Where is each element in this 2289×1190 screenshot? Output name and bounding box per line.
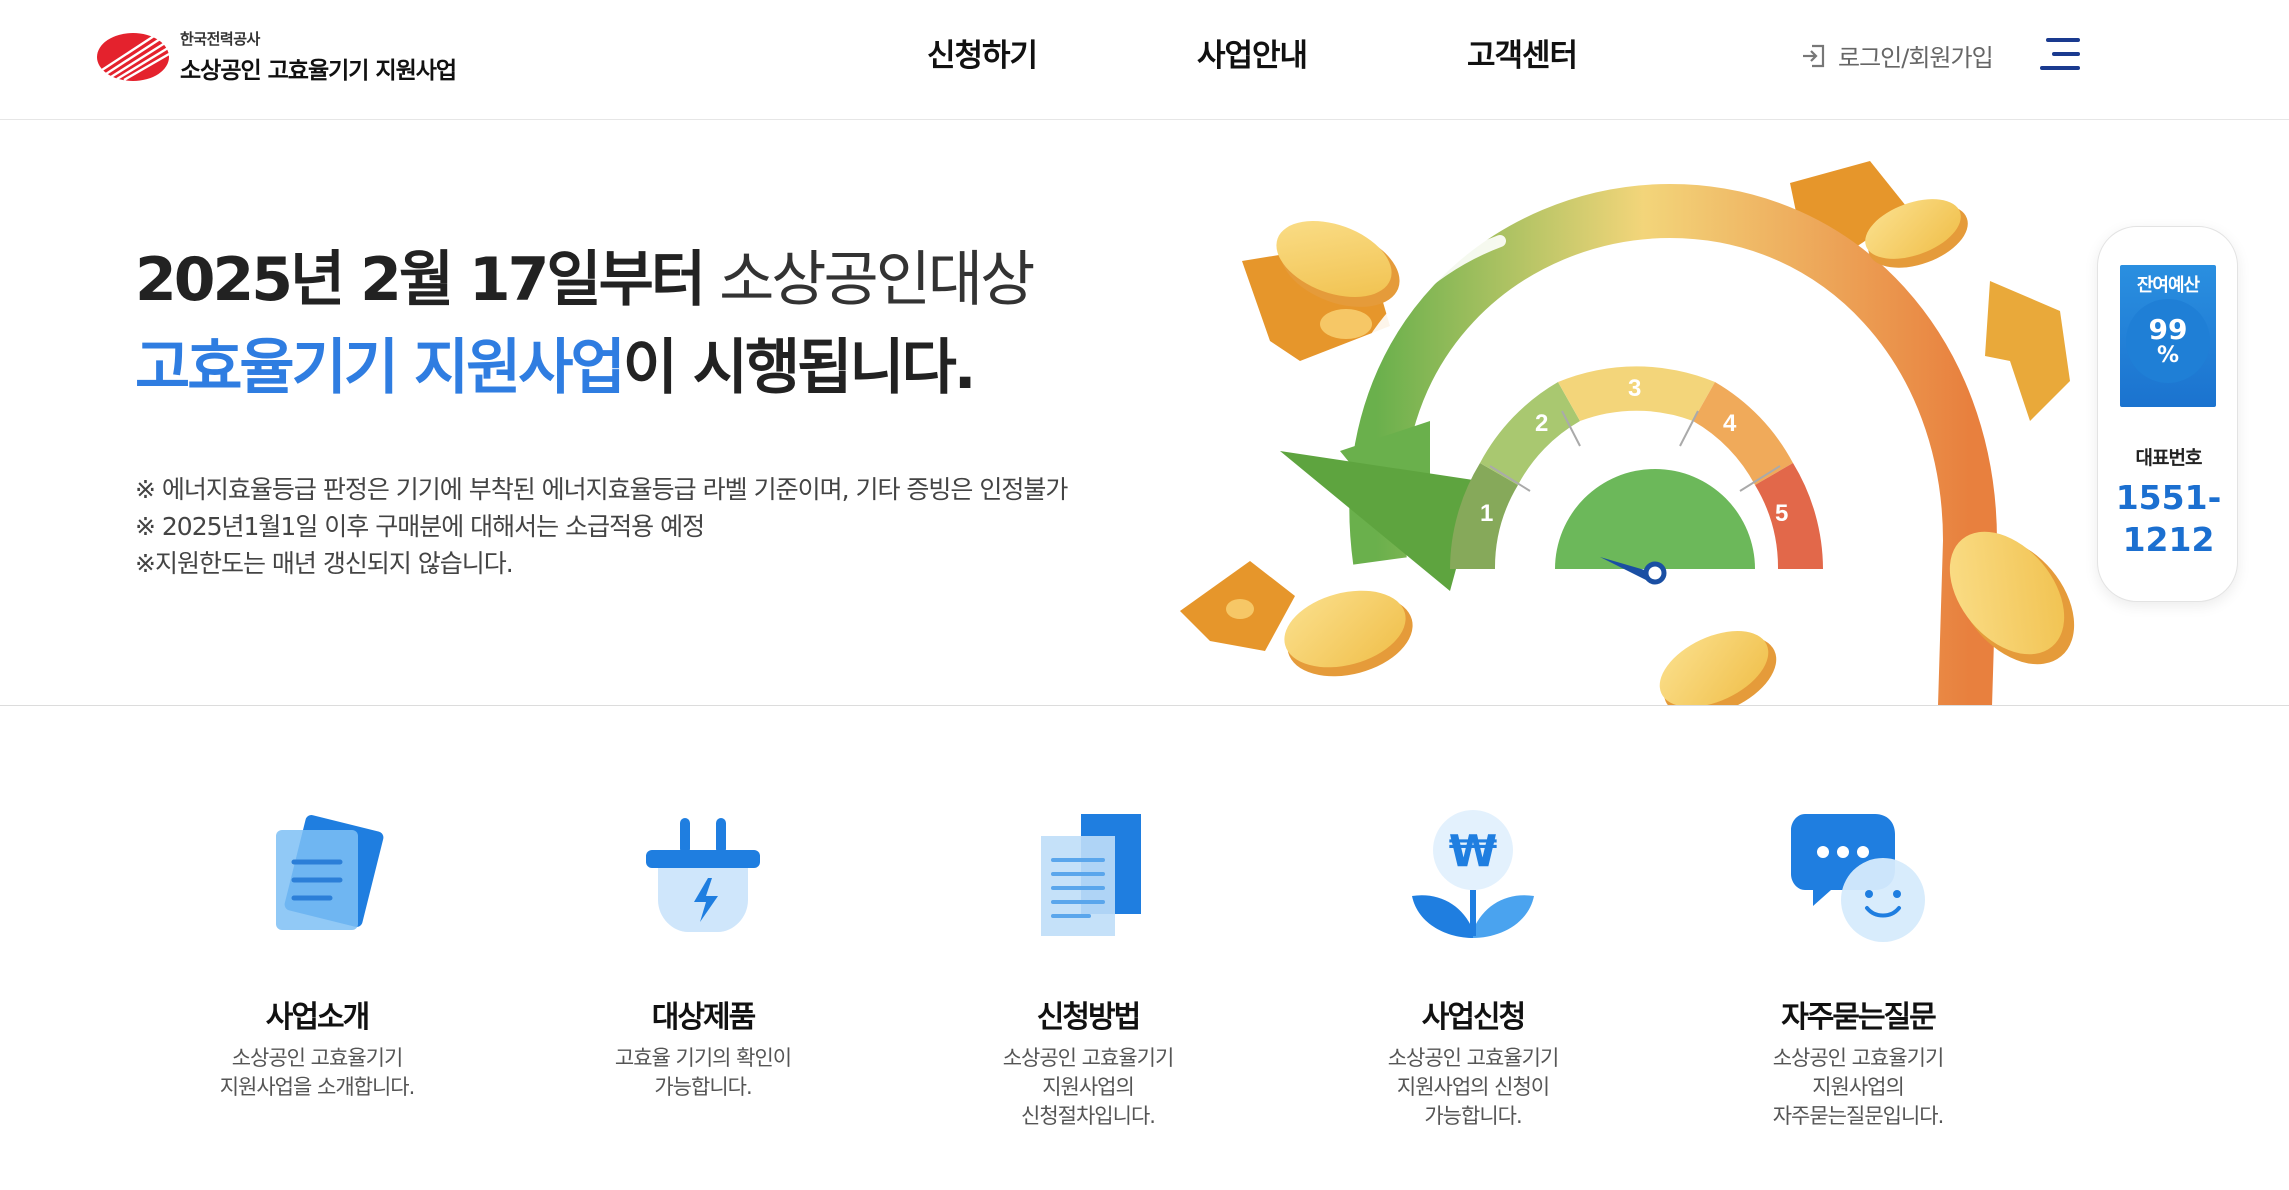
rep-number-part1: 1551-: [2115, 478, 2222, 517]
nav-apply[interactable]: 신청하기: [927, 30, 1038, 75]
quick-title: 사업신청: [1421, 1000, 1526, 1035]
budget-unit: %: [2156, 343, 2180, 368]
document-icon: [276, 815, 384, 930]
hero-program-name: 고효율기기 지원사업: [135, 333, 626, 403]
login-signup-link[interactable]: 로그인/회원가입: [1800, 38, 1994, 73]
rep-number-label: 대표번호: [2135, 447, 2203, 469]
gauge-number: 2: [1535, 410, 1548, 437]
gauge-number: 5: [1775, 500, 1788, 527]
quick-desc-line: 자주묻는질문입니다.: [1772, 1104, 1945, 1128]
quick-desc-line: 소상공인 고효율기기: [1772, 1046, 1945, 1070]
quick-desc-line: 지원사업의: [1812, 1075, 1905, 1099]
quick-desc-line: 소상공인 고효율기기: [1387, 1046, 1560, 1070]
hero-target: 소상공인대상: [719, 245, 1035, 315]
hero-note: ※지원한도는 매년 갱신되지 않습니다.: [135, 549, 514, 578]
quick-menu-application-method[interactable]: 신청방법 소상공인 고효율기기 지원사업의 신청절차입니다.: [963, 800, 1213, 1131]
remaining-budget-box: 잔여예산 99 %: [2120, 265, 2216, 407]
quick-desc-line: 지원사업을 소개합니다.: [219, 1075, 416, 1099]
login-icon: [1803, 44, 1825, 67]
quick-title: 신청방법: [1036, 1000, 1141, 1035]
quick-desc: 소상공인 고효율기기 지원사업의 신청이 가능합니다.: [1348, 1044, 1598, 1131]
won-sprout-icon: ₩: [1412, 810, 1534, 938]
svg-text:₩: ₩: [1449, 826, 1498, 877]
nav-customer-center[interactable]: 고객센터: [1467, 30, 1578, 75]
logo-title: 소상공인 고효율기기 지원사업: [180, 58, 457, 84]
rep-phone-number[interactable]: 1551- 1212: [2098, 477, 2239, 561]
quick-desc-line: 지원사업의: [1042, 1075, 1135, 1099]
hero-notes: ※ 에너지효율등급 판정은 기기에 부착된 에너지효율등급 라벨 기준이며, 기…: [135, 471, 1068, 582]
budget-title: 잔여예산: [2136, 275, 2200, 296]
gauge-number: 3: [1628, 375, 1641, 402]
logo-company: 한국전력공사: [180, 30, 260, 48]
quick-info-widget: 잔여예산 99 % 대표번호 1551- 1212: [2097, 226, 2238, 602]
login-label: 로그인/회원가입: [1838, 44, 1994, 72]
quick-desc-line: 가능합니다.: [1424, 1104, 1522, 1128]
quick-menu-apply-business[interactable]: ₩ 사업신청 소상공인 고효율기기 지원사업의 신청이 가능합니다.: [1348, 800, 1598, 1131]
hero-note: ※ 2025년1월1일 이후 구매분에 대해서는 소급적용 예정: [135, 512, 705, 541]
kepco-logo-icon: [97, 32, 170, 81]
quick-title: 자주묻는질문: [1781, 1000, 1937, 1035]
rep-number-part2: 1212: [2122, 520, 2215, 559]
hero-date: 2025년 2월 17일부터: [135, 245, 706, 315]
quick-desc: 소상공인 고효율기기 지원사업의 자주묻는질문입니다.: [1733, 1044, 1983, 1131]
quick-desc-line: 고효율 기기의 확인이: [614, 1046, 792, 1070]
quick-menu-faq[interactable]: 자주묻는질문 소상공인 고효율기기 지원사업의 자주묻는질문입니다.: [1733, 800, 1983, 1131]
quick-desc-line: 소상공인 고효율기기: [1002, 1046, 1175, 1070]
gauge-number: 1: [1480, 500, 1493, 527]
site-header: 한국전력공사 소상공인 고효율기기 지원사업 신청하기 사업안내 고객센터 로그…: [0, 0, 2289, 120]
quick-title: 사업소개: [265, 1000, 370, 1035]
site-logo[interactable]: 한국전력공사 소상공인 고효율기기 지원사업: [96, 28, 457, 85]
quick-desc-line: 가능합니다.: [654, 1075, 752, 1099]
hero-title-line1: 2025년 2월 17일부터 소상공인대상: [135, 231, 1035, 318]
budget-value: 99 %: [2120, 315, 2216, 367]
file-icon: [1041, 814, 1141, 936]
hero-title-rest: 이 시행됩니다.: [622, 333, 977, 403]
plug-icon: [646, 818, 760, 932]
efficiency-gauge-illustration: 1 2 3 4 5: [1180, 161, 2075, 705]
budget-percent: 99: [2148, 313, 2188, 346]
quick-menu-business-intro[interactable]: 사업소개 소상공인 고효율기기 지원사업을 소개합니다.: [192, 800, 442, 1102]
gauge-number: 4: [1723, 410, 1737, 437]
hamburger-menu-icon[interactable]: [2040, 38, 2080, 70]
quick-desc-line: 신청절차입니다.: [1021, 1104, 1156, 1128]
quick-desc-line: 소상공인 고효율기기: [231, 1046, 404, 1070]
nav-business-info[interactable]: 사업안내: [1197, 30, 1308, 75]
hero-title-line2: 고효율기기 지원사업이 시행됩니다.: [135, 319, 977, 406]
quick-desc: 소상공인 고효율기기 지원사업의 신청절차입니다.: [963, 1044, 1213, 1131]
hero-banner: 2025년 2월 17일부터 소상공인대상 고효율기기 지원사업이 시행됩니다.…: [0, 121, 2289, 706]
hero-note: ※ 에너지효율등급 판정은 기기에 부착된 에너지효율등급 라벨 기준이며, 기…: [135, 475, 1068, 504]
quick-menu-target-products[interactable]: 대상제품 고효율 기기의 확인이 가능합니다.: [578, 800, 828, 1102]
quick-desc: 소상공인 고효율기기 지원사업을 소개합니다.: [192, 1044, 442, 1102]
quick-desc-line: 지원사업의 신청이: [1396, 1075, 1550, 1099]
quick-desc: 고효율 기기의 확인이 가능합니다.: [578, 1044, 828, 1102]
quick-title: 대상제품: [651, 1000, 756, 1035]
chat-icon: [1791, 814, 1925, 942]
